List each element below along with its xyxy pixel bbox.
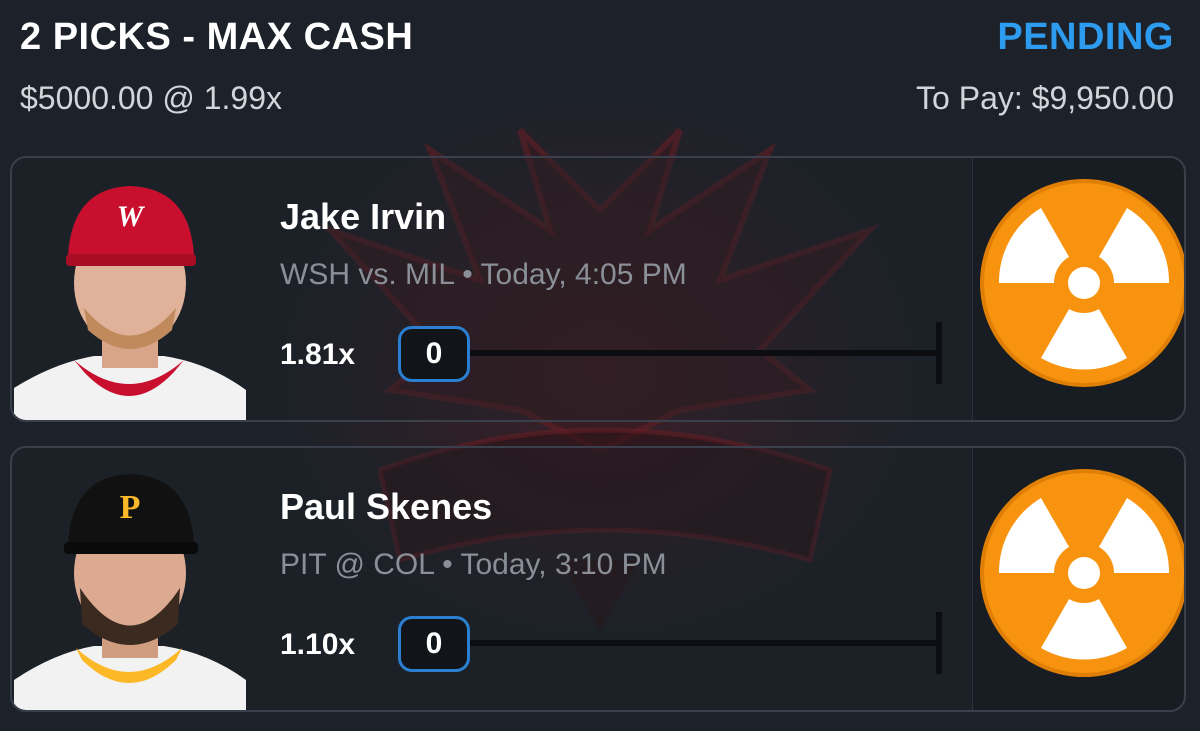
svg-text:P: P [120,489,141,526]
pick-card[interactable]: W Jake Irvin WSH vs. MIL • Today, 4:05 P… [10,156,1186,422]
slip-status-badge: PENDING [997,16,1174,58]
bet-slip-page: 2 PICKS - MAX CASH PENDING $5000.00 @ 1.… [0,0,1200,731]
slip-title: 2 PICKS - MAX CASH [20,16,414,58]
pick-multiplier: 1.81x [280,338,356,371]
player-name: Paul Skenes [280,486,493,527]
pick-status-panel [972,448,1184,710]
radioactive-icon [980,179,1184,387]
pick-card[interactable]: P Paul Skenes PIT @ COL • Today, 3:10 PM… [10,446,1186,712]
player-avatar: P [14,448,246,710]
game-info: PIT @ COL • Today, 3:10 PM [280,548,667,581]
slip-header: 2 PICKS - MAX CASH PENDING $5000.00 @ 1.… [0,0,1200,150]
slip-stake-line: $5000.00 @ 1.99x [20,80,283,116]
progress-track [470,640,940,646]
progress-track [470,350,940,356]
pick-status-panel [972,158,1184,420]
pick-multiplier: 1.10x [280,628,356,661]
progress-target-marker [936,612,942,674]
progress-target-marker [936,322,942,384]
game-info: WSH vs. MIL • Today, 4:05 PM [280,258,687,291]
radioactive-icon [980,469,1184,677]
player-name: Jake Irvin [280,196,447,237]
svg-text:W: W [117,200,146,233]
current-stat-box: 0 [398,616,470,672]
current-stat-box: 0 [398,326,470,382]
player-avatar: W [14,158,246,420]
slip-payout-line: To Pay: $9,950.00 [916,80,1174,116]
